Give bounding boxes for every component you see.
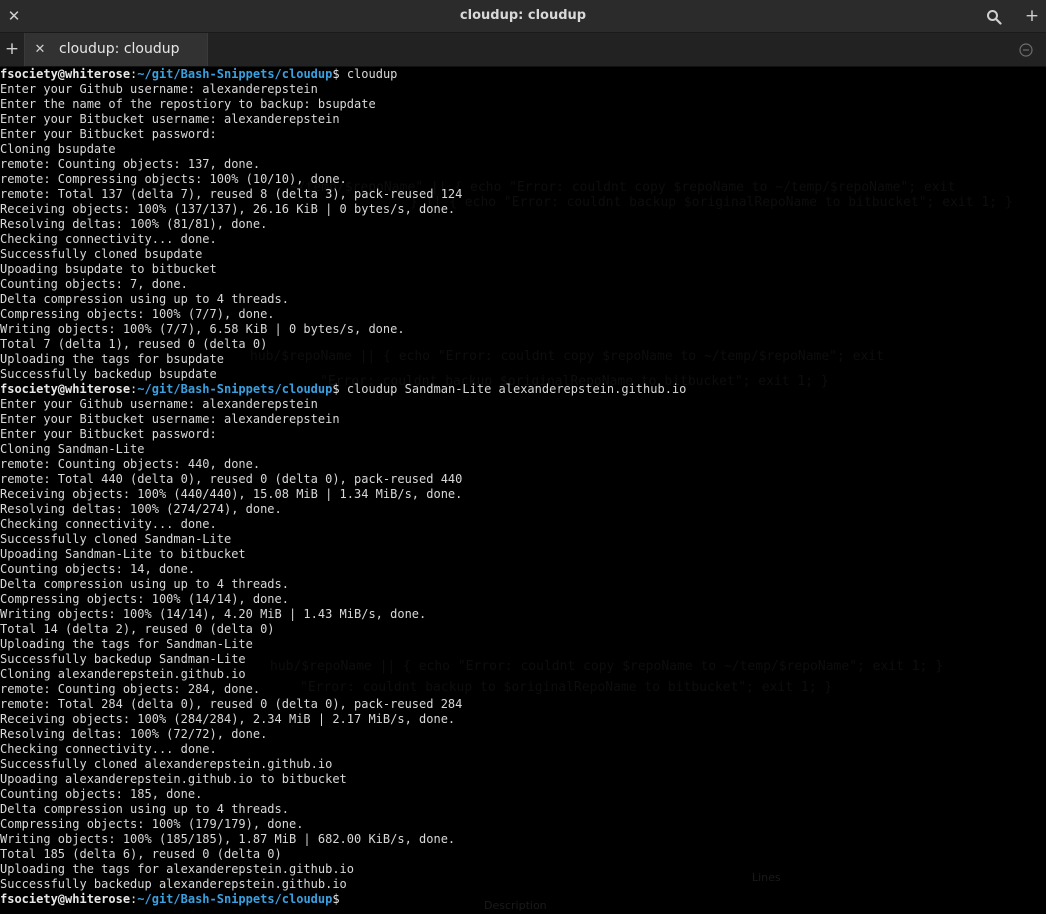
- output-line: Successfully backedup alexanderepstein.g…: [0, 877, 347, 891]
- output-line: Successfully backedup Sandman-Lite: [0, 652, 246, 666]
- output-line: Checking connectivity... done.: [0, 232, 217, 246]
- output-line: Counting objects: 185, done.: [0, 787, 203, 801]
- tab-bar: + ✕ cloudup: cloudup: [0, 33, 1046, 67]
- prompt-user: fsociety@whiterose: [0, 382, 131, 396]
- output-line: Delta compression using up to 4 threads.: [0, 802, 289, 816]
- output-line: Enter your Bitbucket password:: [0, 127, 217, 141]
- prompt-user: fsociety@whiterose: [0, 892, 131, 906]
- new-tab-plus-icon[interactable]: +: [0, 33, 24, 66]
- output-line: Upoading alexanderepstein.github.io to b…: [0, 772, 347, 786]
- prompt-line: fsociety@whiterose:~/git/Bash-Snippets/c…: [0, 892, 340, 907]
- prompt-symbol: $: [332, 892, 340, 906]
- output-line: Enter your Bitbucket password:: [0, 427, 217, 441]
- command-text: cloudup: [339, 67, 398, 81]
- output-line: Resolving deltas: 100% (274/274), done.: [0, 502, 282, 516]
- output-line: Total 7 (delta 1), reused 0 (delta 0): [0, 337, 268, 351]
- search-icon[interactable]: [980, 0, 1008, 32]
- prompt-path: ~/git/Bash-Snippets/cloudup: [137, 382, 333, 396]
- output-line: remote: Total 137 (delta 7), reused 8 (d…: [0, 187, 463, 201]
- output-line: Uploading the tags for alexanderepstein.…: [0, 862, 355, 876]
- output-line: remote: Total 284 (delta 0), reused 0 (d…: [0, 697, 463, 711]
- ghost-text: } || { echo "Error: couldnt backup $orig…: [410, 195, 1013, 210]
- output-line: remote: Counting objects: 440, done.: [0, 457, 261, 471]
- output-line: Resolving deltas: 100% (72/72), done.: [0, 727, 268, 741]
- ghost-text: hub/$repoName || { echo "Error: couldnt …: [270, 659, 944, 674]
- prompt-path: ~/git/Bash-Snippets/cloudup: [137, 67, 333, 81]
- prompt-user: fsociety@whiterose: [0, 67, 131, 81]
- tab-menu-circle-chevron-icon[interactable]: [1019, 42, 1033, 57]
- output-line: Writing objects: 100% (7/7), 6.58 KiB | …: [0, 322, 405, 336]
- output-line: Compressing objects: 100% (14/14), done.: [0, 592, 289, 606]
- ghost-description-label: Description: [484, 899, 547, 912]
- tab-cloudup[interactable]: ✕ cloudup: cloudup: [24, 33, 208, 66]
- new-window-plus-icon[interactable]: +: [1018, 0, 1046, 32]
- output-line: Counting objects: 7, done.: [0, 277, 188, 291]
- prompt-line: fsociety@whiterose:~/git/Bash-Snippets/c…: [0, 67, 397, 82]
- output-line: Writing objects: 100% (185/185), 1.87 Mi…: [0, 832, 456, 846]
- terminal-window: ✕ cloudup: cloudup + + ✕ cloudup: cloudu…: [0, 0, 1046, 914]
- output-line: Upoading bsupdate to bitbucket: [0, 262, 217, 276]
- ghost-lines-label: Lines: [752, 871, 781, 884]
- output-line: Cloning alexanderepstein.github.io: [0, 667, 246, 681]
- tab-label: cloudup: cloudup: [59, 41, 180, 57]
- output-line: Successfully backedup bsupdate: [0, 367, 217, 381]
- output-line: Upoading Sandman-Lite to bitbucket: [0, 547, 246, 561]
- tab-close-icon[interactable]: ✕: [31, 33, 49, 66]
- output-line: remote: Counting objects: 137, done.: [0, 157, 261, 171]
- output-line: remote: Compressing objects: 100% (10/10…: [0, 172, 347, 186]
- output-line: Delta compression using up to 4 threads.: [0, 292, 289, 306]
- output-line: Enter the name of the repostiory to back…: [0, 97, 376, 111]
- output-line: Writing objects: 100% (14/14), 4.20 MiB …: [0, 607, 427, 621]
- output-line: Cloning bsupdate: [0, 142, 116, 156]
- output-line: Receiving objects: 100% (284/284), 2.34 …: [0, 712, 456, 726]
- prompt-symbol: $: [332, 67, 340, 81]
- output-line: Receiving objects: 100% (440/440), 15.08…: [0, 487, 463, 501]
- ghost-text: "Error: couldnt backup to $originalRepoN…: [300, 680, 833, 695]
- output-line: Delta compression using up to 4 threads.: [0, 577, 289, 591]
- ghost-text: hub/$repoName || { echo "Error: couldnt …: [250, 349, 884, 364]
- prompt-path: ~/git/Bash-Snippets/cloudup: [137, 892, 333, 906]
- output-line: Enter your Bitbucket username: alexander…: [0, 112, 340, 126]
- output-line: Successfully cloned alexanderepstein.git…: [0, 757, 333, 771]
- output-line: Compressing objects: 100% (179/179), don…: [0, 817, 304, 831]
- output-line: Counting objects: 14, done.: [0, 562, 196, 576]
- window-title: cloudup: cloudup: [459, 8, 587, 23]
- output-line: Checking connectivity... done.: [0, 742, 217, 756]
- output-line: Total 185 (delta 6), reused 0 (delta 0): [0, 847, 282, 861]
- title-bar: ✕ cloudup: cloudup +: [0, 0, 1046, 33]
- output-line: remote: Total 440 (delta 0), reused 0 (d…: [0, 472, 463, 486]
- output-line: Enter your Github username: alexandereps…: [0, 397, 318, 411]
- output-line: Resolving deltas: 100% (81/81), done.: [0, 217, 268, 231]
- prompt-line: fsociety@whiterose:~/git/Bash-Snippets/c…: [0, 382, 686, 397]
- output-line: Uploading the tags for bsupdate: [0, 352, 224, 366]
- prompt-symbol: $: [332, 382, 340, 396]
- output-line: Total 14 (delta 2), reused 0 (delta 0): [0, 622, 275, 636]
- command-text: cloudup Sandman-Lite alexanderepstein.gi…: [339, 382, 687, 396]
- output-line: Enter your Github username: alexandereps…: [0, 82, 318, 96]
- output-line: Successfully cloned Sandman-Lite: [0, 532, 232, 546]
- output-line: remote: Counting objects: 284, done.: [0, 682, 261, 696]
- output-line: Checking connectivity... done.: [0, 517, 217, 531]
- output-line: Receiving objects: 100% (137/137), 26.16…: [0, 202, 456, 216]
- output-line: Enter your Bitbucket username: alexander…: [0, 412, 340, 426]
- output-line: Successfully cloned bsupdate: [0, 247, 203, 261]
- terminal-output[interactable]: ~/temp/$repoName" || { echo "Error: coul…: [0, 67, 1046, 914]
- output-line: Uploading the tags for Sandman-Lite: [0, 637, 253, 651]
- output-line: Cloning Sandman-Lite: [0, 442, 145, 456]
- output-line: Compressing objects: 100% (7/7), done.: [0, 307, 275, 321]
